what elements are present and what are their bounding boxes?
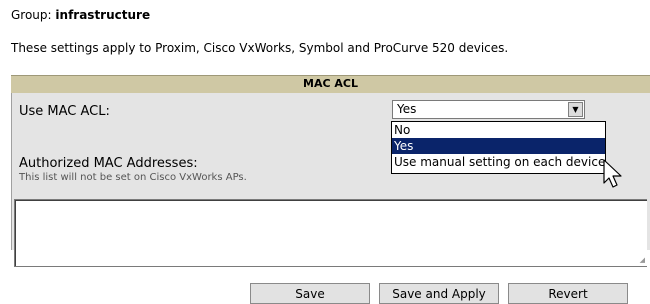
authorized-mac-label: Authorized MAC Addresses: xyxy=(19,156,198,171)
use-mac-acl-label: Use MAC ACL: xyxy=(19,104,110,119)
panel-header: MAC ACL xyxy=(11,75,650,93)
authorized-mac-note: This list will not be set on Cisco VxWor… xyxy=(19,172,247,183)
dropdown-option-manual[interactable]: Use manual setting on each device xyxy=(392,154,605,170)
chevron-down-icon[interactable]: ▼ xyxy=(568,102,583,117)
group-name: infrastructure xyxy=(55,8,151,22)
dropdown-option-yes[interactable]: Yes xyxy=(392,138,605,154)
resize-grip-icon[interactable]: ◢ xyxy=(640,256,645,264)
save-and-apply-button[interactable]: Save and Apply xyxy=(379,283,499,304)
group-line: Group: infrastructure xyxy=(11,8,150,22)
mouse-pointer-icon xyxy=(603,159,622,188)
select-value: Yes xyxy=(397,102,417,116)
group-label: Group: xyxy=(11,8,52,22)
use-mac-acl-select[interactable]: Yes ▼ xyxy=(392,100,585,119)
settings-description: These settings apply to Proxim, Cisco Vx… xyxy=(11,41,509,55)
use-mac-acl-dropdown-list: No Yes Use manual setting on each device xyxy=(391,121,606,174)
revert-button[interactable]: Revert xyxy=(508,283,628,304)
authorized-mac-textarea[interactable]: ◢ xyxy=(14,199,647,267)
save-button[interactable]: Save xyxy=(250,283,370,304)
dropdown-option-no[interactable]: No xyxy=(392,122,605,138)
